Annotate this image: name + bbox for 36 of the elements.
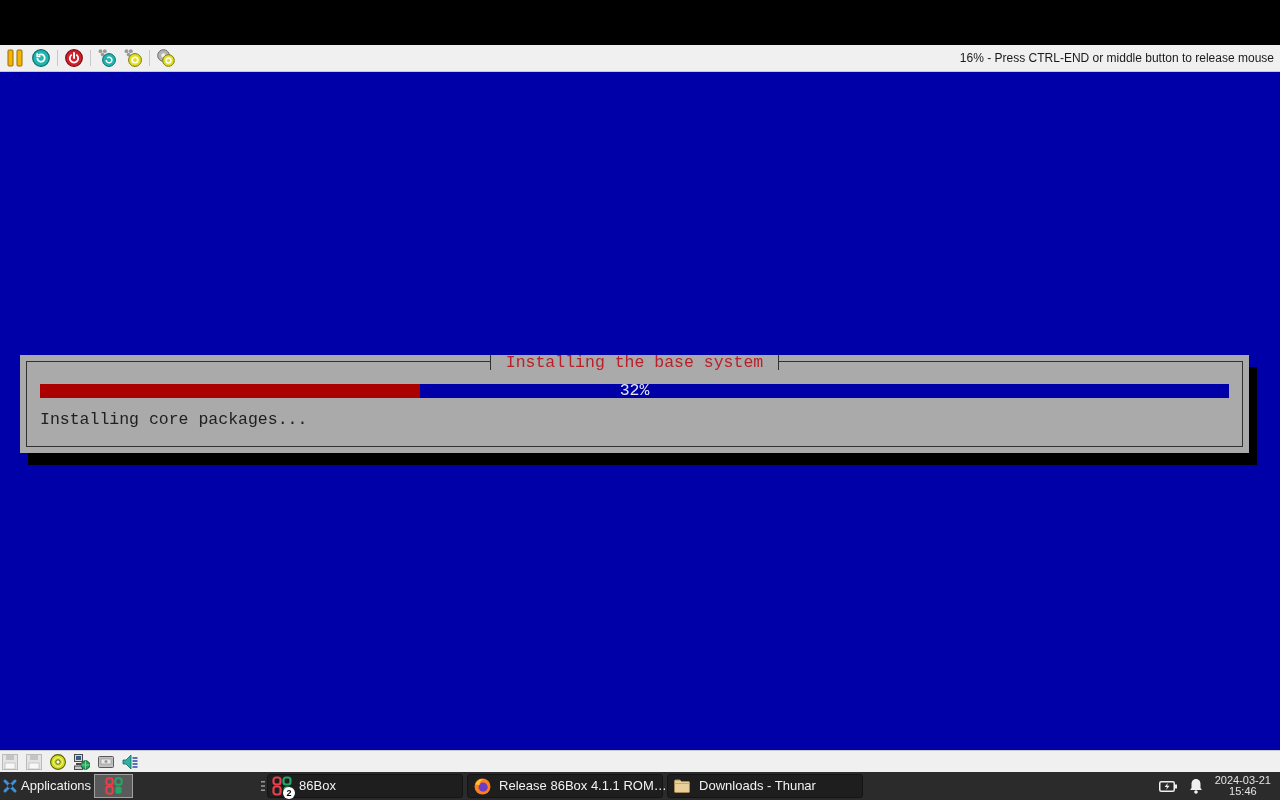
- power-icon: [65, 49, 83, 67]
- folder-icon: [674, 779, 691, 793]
- task-button[interactable]: Release 86Box 4.1.1 ROM…: [467, 774, 664, 798]
- cd-drive-button[interactable]: [50, 753, 66, 770]
- browser-icon: [473, 777, 491, 795]
- disc-icon: [50, 753, 66, 770]
- settings-icon: [157, 49, 175, 67]
- progress-percent: 32%: [619, 384, 650, 398]
- window-count-badge: 2: [283, 787, 296, 799]
- task-button[interactable]: 2 86Box: [267, 774, 464, 798]
- network-button[interactable]: [74, 753, 90, 770]
- reset-button[interactable]: [29, 46, 53, 70]
- status-message: Installing core packages...: [40, 411, 308, 429]
- dialog-title: Installing the base system: [489, 355, 780, 370]
- launcher-button[interactable]: [94, 774, 134, 798]
- status-text: 16% - Press CTRL-END or middle button to release mouse: [959, 50, 1275, 67]
- drive-button[interactable]: [98, 753, 114, 770]
- time-text: 15:46: [1229, 786, 1257, 797]
- notifications-button[interactable]: [1188, 778, 1203, 794]
- battery-button[interactable]: [1158, 780, 1177, 792]
- task-button[interactable]: Downloads - Thunar: [667, 774, 864, 798]
- battery-icon: [1158, 780, 1177, 792]
- dotted-reset-icon: [98, 49, 116, 67]
- reset-icon: [32, 49, 50, 67]
- bell-icon: [1188, 778, 1203, 794]
- sound-button[interactable]: [122, 753, 138, 770]
- applications-menu-button[interactable]: Applications: [0, 773, 94, 799]
- drive-icon: [98, 755, 114, 768]
- settings-button[interactable]: [154, 46, 178, 70]
- date-text: 2024-03-21: [1214, 775, 1271, 786]
- logo-icon: [104, 777, 123, 795]
- drag-handle-icon: [261, 781, 266, 791]
- dotted-ring-icon: [124, 49, 142, 67]
- power-button[interactable]: [62, 46, 86, 70]
- speaker-icon: [122, 753, 138, 770]
- pause-icon: [7, 49, 23, 67]
